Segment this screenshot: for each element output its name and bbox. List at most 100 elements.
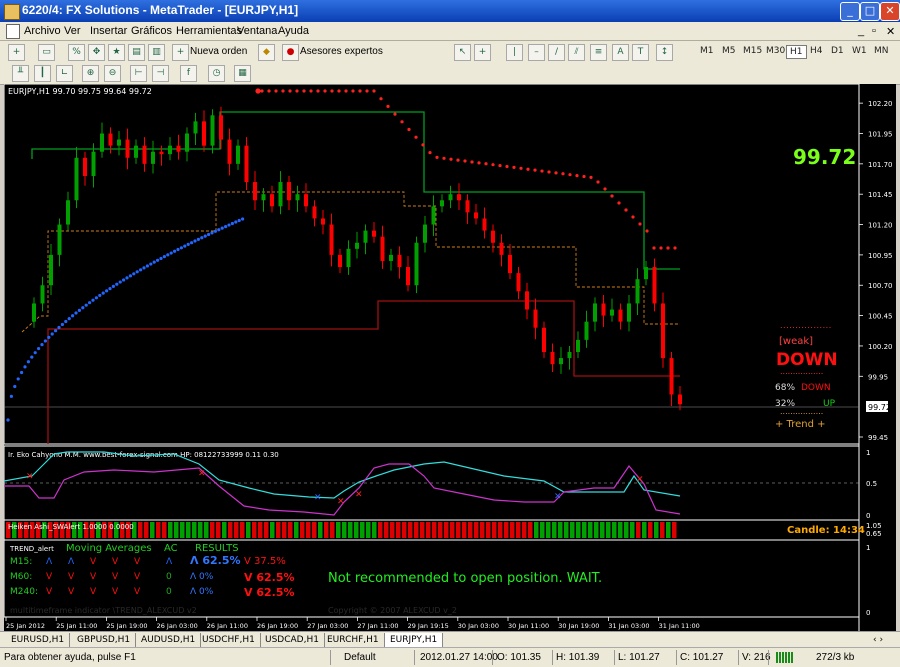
ha-bar — [552, 522, 557, 538]
zoom-out-icon[interactable]: ⊖ — [104, 65, 121, 82]
candle-body — [525, 291, 529, 310]
timeframe-m1[interactable]: M1 — [697, 45, 717, 57]
trend-ma-signal: Λ — [68, 557, 75, 567]
child-close-button[interactable]: ✕ — [886, 25, 895, 38]
vertical-line-icon[interactable]: | — [506, 44, 523, 61]
psar-dot — [241, 217, 245, 221]
arrows-icon[interactable]: ↕ — [656, 44, 673, 61]
psar-dot — [111, 284, 115, 288]
trend-ma-signal: V — [68, 587, 75, 597]
status-help-text: Para obtener ayuda, pulse F1 — [4, 652, 136, 663]
channel-icon[interactable]: ⫽ — [568, 44, 585, 61]
menu-herramientas[interactable]: Herramientas — [176, 25, 242, 37]
tab-usdchf[interactable]: USDCHF,H1 — [197, 633, 261, 647]
tab-audusd[interactable]: AUDUSD,H1 — [136, 633, 202, 647]
chart-canvas[interactable]: EURJPY,H1 99.70 99.75 99.64 99.72 99.72 … — [3, 83, 896, 631]
ha-bar — [264, 522, 269, 538]
tab-eurchf[interactable]: EURCHF,H1 — [322, 633, 385, 647]
tab-usdcad[interactable]: USDCAD,H1 — [260, 633, 325, 647]
ha-bar — [354, 522, 359, 538]
terminal-icon[interactable]: ▤ — [128, 44, 145, 61]
minimize-button[interactable]: _ — [840, 2, 860, 21]
chart-shift-icon[interactable]: ⊣ — [152, 65, 169, 82]
ha-bar — [330, 522, 335, 538]
close-button[interactable]: ✕ — [880, 2, 900, 21]
psar-dot — [274, 89, 278, 93]
text-label-icon[interactable]: T — [632, 44, 649, 61]
timeframe-m5[interactable]: M5 — [719, 45, 739, 57]
crosshair-icon[interactable]: + — [474, 44, 491, 61]
tab-eurusd[interactable]: EURUSD,H1 — [6, 633, 71, 647]
trend-up-result: Λ 0% — [190, 587, 214, 597]
experts-icon[interactable]: ● — [282, 44, 299, 61]
templates-icon[interactable]: ▦ — [234, 65, 251, 82]
horizontal-line-icon[interactable]: – — [528, 44, 545, 61]
psar-dot — [200, 236, 204, 240]
market-watch-icon[interactable]: % — [68, 44, 85, 61]
psar-dot — [67, 316, 71, 321]
ha-bar — [540, 522, 545, 538]
metaeditor-icon[interactable]: ◆ — [258, 44, 275, 61]
menu-archivo[interactable]: Archivo — [24, 25, 61, 37]
candlestick-icon[interactable]: ┃ — [34, 65, 51, 82]
menu-ver[interactable]: Ver — [64, 25, 81, 37]
psar-dot — [351, 89, 355, 93]
ha-bar — [486, 522, 491, 538]
line-chart-icon[interactable]: ∟ — [56, 65, 73, 82]
tab-gbpusd[interactable]: GBPUSD,H1 — [72, 633, 137, 647]
timeframe-w1[interactable]: W1 — [849, 45, 870, 57]
psar-dot — [203, 234, 207, 238]
timeframe-m30[interactable]: M30 — [763, 45, 788, 57]
candle-body — [321, 218, 325, 225]
new-order-icon[interactable]: + — [172, 44, 189, 61]
psar-dot — [617, 201, 621, 205]
timeframe-h1[interactable]: H1 — [786, 45, 807, 59]
psar-dot — [561, 172, 565, 176]
trend-row-timeframe: M15: — [10, 557, 32, 567]
periods-icon[interactable]: ◷ — [208, 65, 225, 82]
indicators-icon[interactable]: f — [180, 65, 197, 82]
autoscroll-icon[interactable]: ⊢ — [130, 65, 147, 82]
psar-dot — [179, 246, 183, 250]
menu-graficos[interactable]: Gráficos — [131, 25, 172, 37]
child-restore-button[interactable]: ▫ — [872, 25, 876, 37]
strategy-tester-icon[interactable]: ▥ — [148, 44, 165, 61]
trendline-icon[interactable]: / — [548, 44, 565, 61]
ha-bar — [474, 522, 479, 538]
ha-bar — [252, 522, 257, 538]
psar-dot — [213, 229, 217, 233]
zoom-in-icon[interactable]: ⊕ — [82, 65, 99, 82]
psar-dot — [358, 89, 362, 93]
trend-footer-right: Copyright © 2007 ALEXCUD v_2 — [328, 606, 457, 615]
psar-dot — [217, 228, 221, 232]
profiles-icon[interactable]: ▭ — [38, 44, 55, 61]
psar-dot — [237, 218, 241, 223]
menu-insertar[interactable]: Insertar — [90, 25, 127, 37]
expert-advisors-button[interactable]: Asesores expertos — [300, 46, 383, 57]
psar-dot — [302, 89, 306, 93]
child-minimize-button[interactable]: _ — [858, 25, 864, 37]
trend-ma-signal: V — [46, 587, 53, 597]
maximize-button[interactable]: □ — [860, 2, 880, 21]
new-chart-icon[interactable]: + — [8, 44, 25, 61]
ha-bar — [222, 522, 227, 538]
new-order-button[interactable]: Nueva orden — [190, 46, 247, 57]
chart-window[interactable]: EURJPY,H1 99.70 99.75 99.64 99.72 99.72 … — [3, 83, 896, 631]
tab-scroll-arrows[interactable]: ‹ › — [868, 633, 888, 647]
navigator-icon[interactable]: ★ — [108, 44, 125, 61]
tab-eurjpy[interactable]: EURJPY,H1 — [384, 633, 444, 648]
text-icon[interactable]: A — [612, 44, 629, 61]
timeframe-d1[interactable]: D1 — [828, 45, 847, 57]
psar-dot — [23, 365, 27, 369]
data-window-icon[interactable]: ✥ — [88, 44, 105, 61]
menu-ventana[interactable]: Ventana — [237, 25, 277, 37]
bar-chart-icon[interactable]: ╨ — [12, 65, 29, 82]
menu-ayuda[interactable]: Ayuda — [278, 25, 309, 37]
cursor-icon[interactable]: ↖ — [454, 44, 471, 61]
timeframe-h4[interactable]: H4 — [807, 45, 826, 57]
down-word: DOWN — [801, 383, 831, 393]
timeframe-mn[interactable]: MN — [871, 45, 892, 57]
fibonacci-icon[interactable]: ≡ — [590, 44, 607, 61]
timeframe-m15[interactable]: M15 — [740, 45, 765, 57]
signal-dashes-top: ................. — [780, 321, 832, 330]
